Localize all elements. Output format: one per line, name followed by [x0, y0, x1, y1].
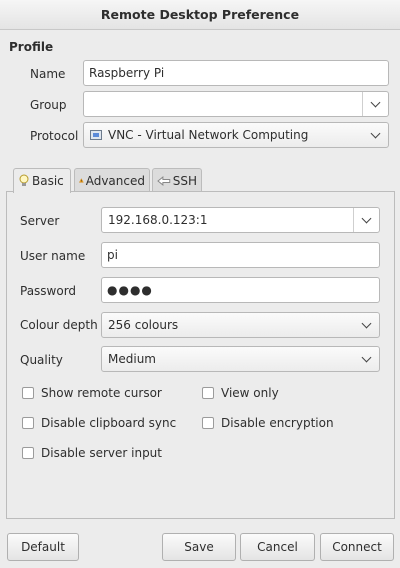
tab-ssh[interactable]: SSH: [152, 168, 202, 192]
checkbox-label: View only: [221, 386, 279, 400]
checkbox-label: Disable clipboard sync: [41, 416, 177, 430]
checkbox-box[interactable]: [22, 387, 34, 399]
username-field[interactable]: pi: [101, 242, 380, 268]
tab-advanced-label: Advanced: [85, 173, 145, 188]
default-button[interactable]: Default: [7, 533, 79, 561]
disable-server-input-checkbox[interactable]: Disable server input: [22, 446, 162, 460]
tab-advanced[interactable]: Advanced: [74, 168, 150, 192]
colour-depth-label: Colour depth: [20, 318, 98, 332]
protocol-dropdown-button[interactable]: [362, 123, 388, 147]
protocol-combo[interactable]: VNC - Virtual Network Computing: [83, 122, 389, 148]
group-combo[interactable]: [83, 91, 389, 117]
tab-ssh-label: SSH: [172, 173, 197, 188]
group-label: Group: [30, 98, 67, 112]
protocol-value: VNC - Virtual Network Computing: [108, 128, 309, 142]
connect-button[interactable]: Connect: [320, 533, 394, 561]
chevron-down-icon: [361, 352, 371, 362]
vnc-icon: [90, 130, 102, 140]
password-field[interactable]: ●●●●: [101, 277, 380, 303]
warning-icon: [79, 178, 84, 183]
quality-dropdown-button[interactable]: [353, 347, 379, 371]
checkbox-box[interactable]: [202, 417, 214, 429]
name-label: Name: [30, 67, 66, 81]
checkbox-box[interactable]: [202, 387, 214, 399]
checkbox-label: Show remote cursor: [41, 386, 162, 400]
profile-section-title: Profile: [9, 40, 54, 54]
chevron-down-icon: [361, 213, 372, 223]
quality-combo[interactable]: Medium: [101, 346, 380, 372]
quality-value: Medium: [108, 352, 156, 366]
protocol-label: Protocol: [30, 129, 79, 143]
checkbox-box[interactable]: [22, 417, 34, 429]
username-label: User name: [20, 249, 86, 263]
colour-depth-dropdown-button[interactable]: [353, 313, 379, 337]
basic-panel: Server 192.168.0.123:1 User name pi Pass…: [6, 191, 395, 519]
chevron-down-icon: [370, 128, 380, 138]
quality-label: Quality: [20, 353, 63, 367]
server-value[interactable]: 192.168.0.123:1: [108, 213, 207, 227]
window-title: Remote Desktop Preference: [0, 0, 400, 30]
server-label: Server: [20, 214, 60, 228]
checkbox-label: Disable encryption: [221, 416, 334, 430]
disable-encryption-checkbox[interactable]: Disable encryption: [202, 416, 334, 430]
bulb-icon: [19, 174, 29, 186]
show-remote-cursor-checkbox[interactable]: Show remote cursor: [22, 386, 162, 400]
colour-depth-combo[interactable]: 256 colours: [101, 312, 380, 338]
cancel-button[interactable]: Cancel: [240, 533, 315, 561]
name-field[interactable]: Raspberry Pi: [83, 60, 389, 86]
server-dropdown-button[interactable]: [353, 208, 379, 232]
tab-basic[interactable]: Basic: [13, 168, 71, 193]
group-dropdown-button[interactable]: [362, 92, 388, 116]
password-label: Password: [20, 284, 77, 298]
checkbox-label: Disable server input: [41, 446, 162, 460]
checkbox-box[interactable]: [22, 447, 34, 459]
tab-basic-label: Basic: [32, 174, 64, 188]
colour-depth-value: 256 colours: [108, 318, 179, 332]
ssh-icon: [157, 175, 171, 186]
save-button[interactable]: Save: [162, 533, 236, 561]
disable-clipboard-sync-checkbox[interactable]: Disable clipboard sync: [22, 416, 176, 430]
view-only-checkbox[interactable]: View only: [202, 386, 279, 400]
chevron-down-icon: [370, 97, 381, 107]
chevron-down-icon: [361, 318, 371, 328]
server-combo[interactable]: 192.168.0.123:1: [101, 207, 380, 233]
